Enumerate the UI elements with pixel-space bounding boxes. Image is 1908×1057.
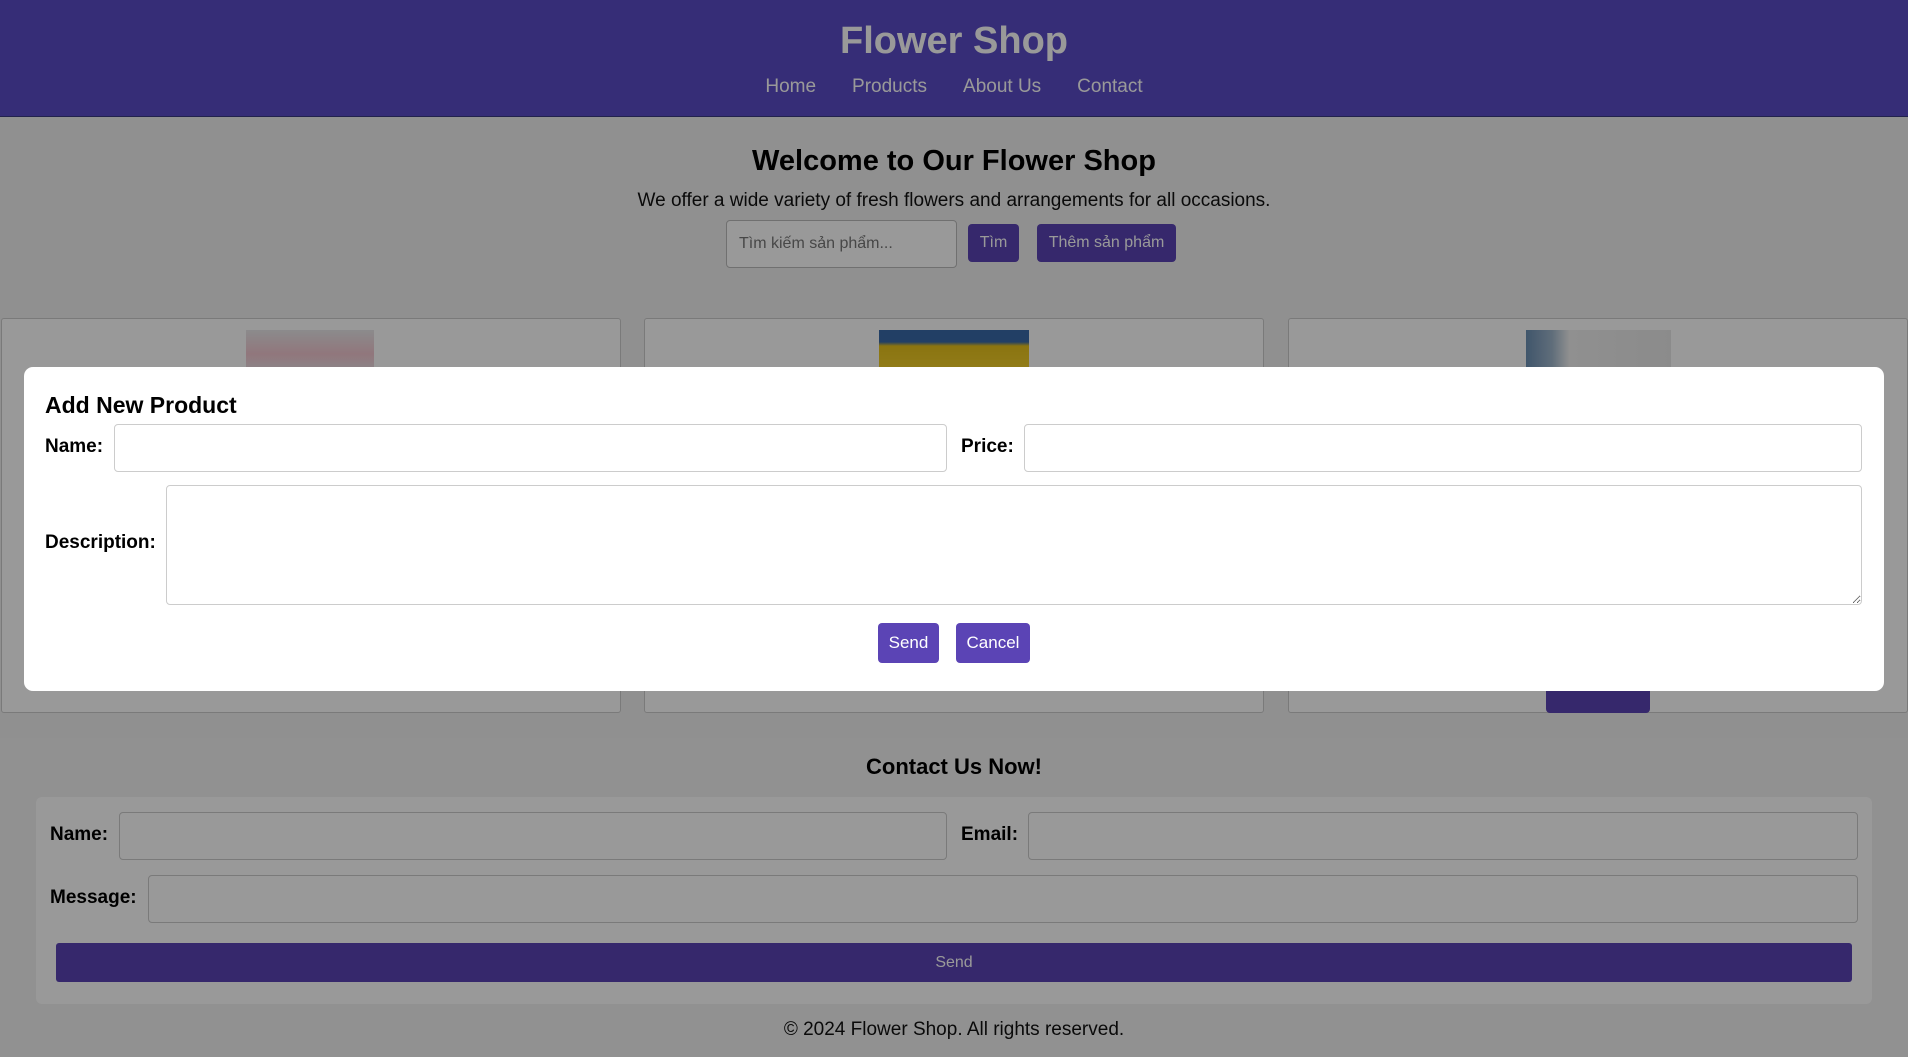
modal-send-button[interactable]: Send xyxy=(878,623,939,663)
add-product-modal: Add New Product Name: Price: Description… xyxy=(24,367,1884,691)
product-description-label: Description: xyxy=(45,532,156,553)
product-price-input[interactable] xyxy=(1024,424,1862,472)
modal-cancel-button[interactable]: Cancel xyxy=(956,623,1030,663)
product-name-label: Name: xyxy=(45,436,104,457)
product-name-input[interactable] xyxy=(114,424,947,472)
product-price-label: Price: xyxy=(961,436,1014,457)
modal-title: Add New Product xyxy=(45,392,237,418)
product-description-textarea[interactable] xyxy=(166,485,1862,605)
